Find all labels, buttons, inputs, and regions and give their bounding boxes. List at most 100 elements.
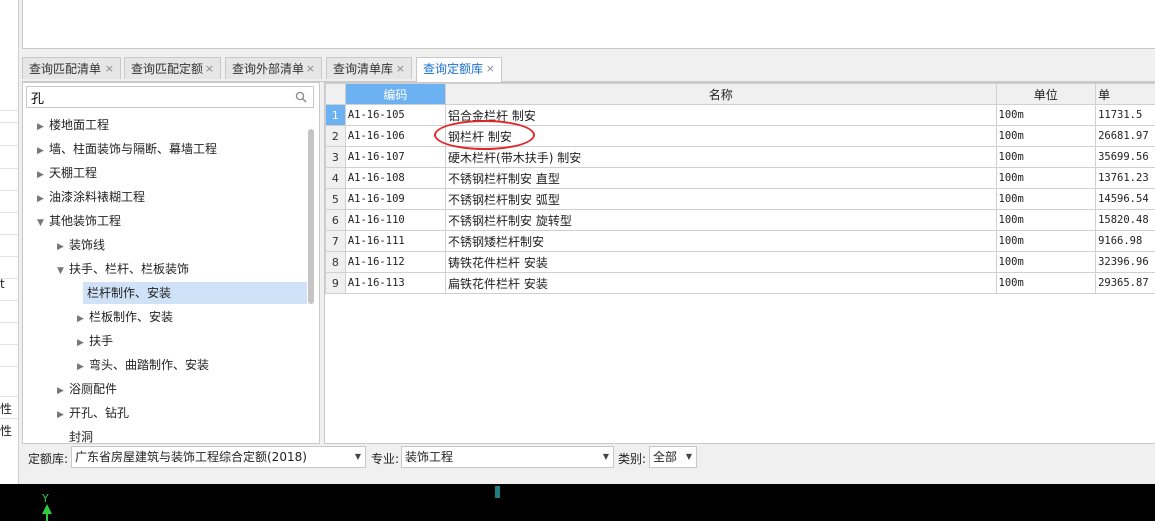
- close-icon[interactable]: ×: [306, 58, 315, 80]
- row-number[interactable]: 6: [325, 209, 346, 231]
- tree-node-handrail[interactable]: ▶ 扶手: [77, 330, 113, 352]
- chevron-right-icon[interactable]: ▶: [37, 188, 49, 210]
- chevron-right-icon[interactable]: ▶: [77, 332, 89, 354]
- quota-library-select[interactable]: 广东省房屋建筑与装饰工程综合定额(2018) ▼: [71, 446, 366, 468]
- tree-node-bathroom-fittings[interactable]: ▶ 浴厕配件: [57, 378, 117, 400]
- cell-price[interactable]: 26681.97: [1095, 125, 1155, 147]
- cell-unit[interactable]: 100m: [995, 251, 1097, 273]
- cell-unit[interactable]: 100m: [995, 104, 1097, 126]
- cell-code[interactable]: A1-16-109: [344, 188, 447, 210]
- tree-node-sealing[interactable]: 封洞: [69, 426, 93, 443]
- cell-name[interactable]: 硬木栏杆(带木扶手) 制安: [445, 146, 997, 168]
- cell-code[interactable]: A1-16-106: [344, 125, 447, 147]
- tab-query-matched-list[interactable]: 查询匹配清单 ×: [22, 57, 121, 79]
- close-icon[interactable]: ×: [205, 58, 214, 80]
- search-icon[interactable]: [295, 91, 307, 103]
- cell-name[interactable]: 不锈钢栏杆制安 弧型: [445, 188, 997, 210]
- cell-name[interactable]: 不锈钢栏杆制安 旋转型: [445, 209, 997, 231]
- header-name[interactable]: 名称: [445, 83, 997, 105]
- cell-name[interactable]: 不锈钢栏杆制安 直型: [445, 167, 997, 189]
- tree-node-elbow-install[interactable]: ▶ 弯头、曲踏制作、安装: [77, 354, 209, 376]
- table-row[interactable]: 4 A1-16-108 不锈钢栏杆制安 直型 100m 13761.23: [325, 167, 1155, 189]
- type-select[interactable]: 全部 ▼: [649, 446, 697, 468]
- table-row[interactable]: 6 A1-16-110 不锈钢栏杆制安 旋转型 100m 15820.48: [325, 209, 1155, 231]
- chevron-down-icon[interactable]: ▼: [37, 212, 49, 234]
- tab-query-quota-library[interactable]: 查询定额库 ×: [416, 57, 502, 82]
- cell-price[interactable]: 35699.56: [1095, 146, 1155, 168]
- cell-name[interactable]: 铸铁花件栏杆 安装: [445, 251, 997, 273]
- chevron-right-icon[interactable]: ▶: [77, 308, 89, 330]
- cell-price[interactable]: 13761.23: [1095, 167, 1155, 189]
- table-row[interactable]: 1 A1-16-105 铝合金栏杆 制安 100m 11731.5: [325, 104, 1155, 126]
- cell-code[interactable]: A1-16-108: [344, 167, 447, 189]
- cell-unit[interactable]: 100m: [995, 272, 1097, 294]
- row-number[interactable]: 3: [325, 146, 346, 168]
- table-row[interactable]: 5 A1-16-109 不锈钢栏杆制安 弧型 100m 14596.54: [325, 188, 1155, 210]
- close-icon[interactable]: ×: [486, 58, 495, 80]
- header-row-number[interactable]: [325, 83, 346, 105]
- major-select[interactable]: 装饰工程 ▼: [401, 446, 614, 468]
- table-row[interactable]: 3 A1-16-107 硬木栏杆(带木扶手) 制安 100m 35699.56: [325, 146, 1155, 168]
- row-number[interactable]: 5: [325, 188, 346, 210]
- chevron-right-icon[interactable]: ▶: [37, 164, 49, 186]
- cell-price[interactable]: 15820.48: [1095, 209, 1155, 231]
- tree-node-wall-works[interactable]: ▶ 墙、柱面装饰与隔断、幕墙工程: [37, 138, 217, 160]
- chevron-right-icon[interactable]: ▶: [57, 404, 69, 426]
- header-unit[interactable]: 单位: [995, 83, 1097, 105]
- search-box[interactable]: [26, 86, 314, 108]
- row-number[interactable]: 1: [325, 104, 346, 126]
- tree-node-paint-works[interactable]: ▶ 油漆涂料裱糊工程: [37, 186, 145, 208]
- cell-price[interactable]: 11731.5: [1095, 104, 1155, 126]
- chevron-down-icon[interactable]: ▼: [57, 260, 69, 282]
- table-row[interactable]: 7 A1-16-111 不锈钢矮栏杆制安 100m 9166.98: [325, 230, 1155, 252]
- row-number[interactable]: 4: [325, 167, 346, 189]
- close-icon[interactable]: ×: [105, 58, 114, 80]
- cell-unit[interactable]: 100m: [995, 209, 1097, 231]
- cell-code[interactable]: A1-16-107: [344, 146, 447, 168]
- cell-unit[interactable]: 100m: [995, 167, 1097, 189]
- top-text-area[interactable]: [22, 0, 1155, 49]
- cell-price[interactable]: 29365.87: [1095, 272, 1155, 294]
- cell-code[interactable]: A1-16-105: [344, 104, 447, 126]
- search-input[interactable]: [31, 89, 281, 105]
- tab-query-list-library[interactable]: 查询清单库 ×: [326, 57, 412, 79]
- tab-query-external-list[interactable]: 查询外部清单 ×: [225, 57, 322, 79]
- header-code[interactable]: 编码: [344, 83, 447, 105]
- cell-price[interactable]: 32396.96: [1095, 251, 1155, 273]
- header-price[interactable]: 单: [1095, 83, 1155, 105]
- cell-code[interactable]: A1-16-110: [344, 209, 447, 231]
- cell-code[interactable]: A1-16-112: [344, 251, 447, 273]
- chevron-right-icon[interactable]: ▶: [57, 236, 69, 258]
- cell-unit[interactable]: 100m: [995, 146, 1097, 168]
- chevron-right-icon[interactable]: ▶: [77, 356, 89, 378]
- cell-code[interactable]: A1-16-113: [344, 272, 447, 294]
- cell-name[interactable]: 不锈钢矮栏杆制安: [445, 230, 997, 252]
- cell-unit[interactable]: 100m: [995, 230, 1097, 252]
- row-number[interactable]: 9: [325, 272, 346, 294]
- tree-node-other-decoration[interactable]: ▼ 其他装饰工程: [37, 210, 121, 232]
- drawing-viewport[interactable]: Y: [0, 484, 1155, 521]
- close-icon[interactable]: ×: [396, 58, 405, 80]
- tree-node-handrail-railing[interactable]: ▼ 扶手、栏杆、栏板装饰: [57, 258, 189, 280]
- cell-code[interactable]: A1-16-111: [344, 230, 447, 252]
- tree-node-panel-install[interactable]: ▶ 栏板制作、安装: [77, 306, 173, 328]
- tree-node-ceiling-works[interactable]: ▶ 天棚工程: [37, 162, 97, 184]
- cell-price[interactable]: 9166.98: [1095, 230, 1155, 252]
- table-row[interactable]: 9 A1-16-113 扁铁花件栏杆 安装 100m 29365.87: [325, 272, 1155, 294]
- chevron-right-icon[interactable]: ▶: [37, 140, 49, 162]
- row-number[interactable]: 2: [325, 125, 346, 147]
- cell-unit[interactable]: 100m: [995, 125, 1097, 147]
- tree-node-floor-works[interactable]: ▶ 楼地面工程: [37, 114, 109, 136]
- tree-scrollbar[interactable]: [308, 129, 314, 304]
- tab-query-matched-quota[interactable]: 查询匹配定额 ×: [124, 57, 221, 79]
- tree-node-decorative-lines[interactable]: ▶ 装饰线: [57, 234, 105, 256]
- chevron-right-icon[interactable]: ▶: [37, 116, 49, 138]
- tree-node-drilling[interactable]: ▶ 开孔、钻孔: [57, 402, 129, 424]
- row-number[interactable]: 8: [325, 251, 346, 273]
- cell-name[interactable]: 扁铁花件栏杆 安装: [445, 272, 997, 294]
- cell-name[interactable]: 铝合金栏杆 制安: [445, 104, 997, 126]
- table-row[interactable]: 8 A1-16-112 铸铁花件栏杆 安装 100m 32396.96: [325, 251, 1155, 273]
- chevron-right-icon[interactable]: ▶: [57, 380, 69, 402]
- tree-node-railing-install[interactable]: 栏杆制作、安装: [83, 282, 307, 304]
- cell-unit[interactable]: 100m: [995, 188, 1097, 210]
